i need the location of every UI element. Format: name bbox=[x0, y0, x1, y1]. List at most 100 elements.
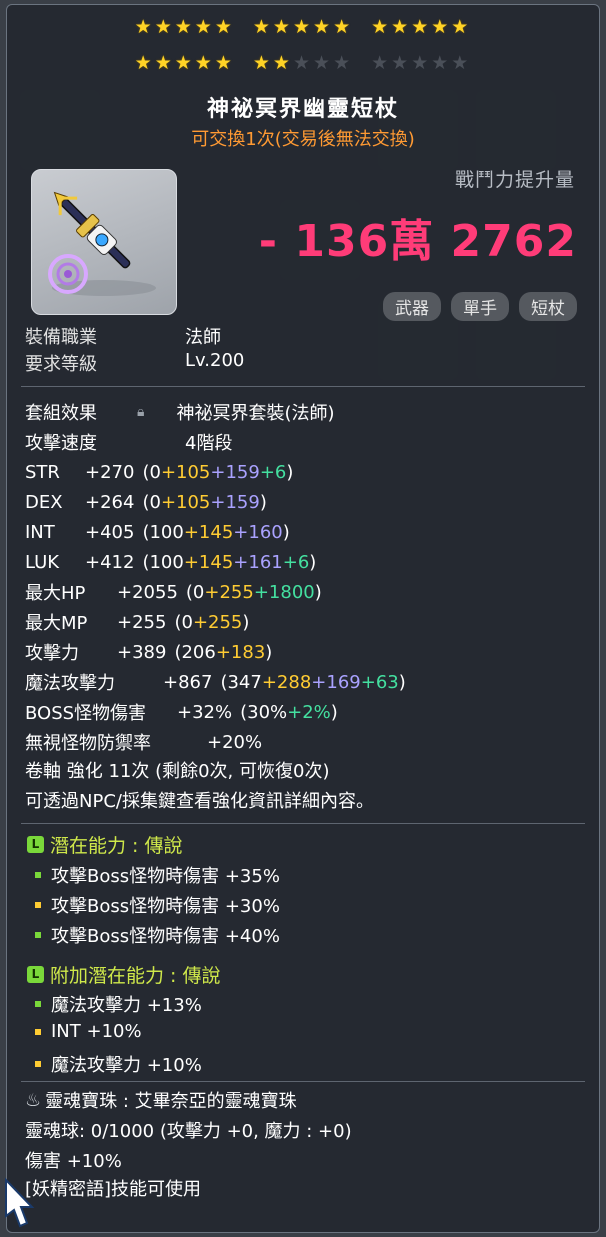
set-effect-label: 套組效果 bbox=[25, 403, 97, 424]
attack-speed-value: 4階段 bbox=[185, 433, 233, 454]
requirement-value: 法師 bbox=[185, 327, 221, 348]
star-group: ★★★★★ bbox=[253, 52, 353, 74]
item-name: 神祕冥界幽靈短杖 bbox=[206, 97, 399, 122]
stat-base: (30% bbox=[240, 701, 288, 723]
star-icon: ★ bbox=[214, 16, 235, 38]
stat-label: 最大MP bbox=[25, 613, 88, 634]
stat-flame-bonus: +160 bbox=[233, 521, 283, 543]
stat-base: (347 bbox=[220, 671, 262, 693]
soul-flame-icon: ♨︎ bbox=[25, 1089, 42, 1111]
star-icon: ★ bbox=[154, 16, 175, 38]
stat-star-bonus: +6 bbox=[259, 461, 287, 483]
potential-line-text: 攻擊Boss怪物時傷害 +30% bbox=[51, 896, 280, 917]
stat-scroll-bonus: +145 bbox=[183, 521, 234, 543]
bonus-potential-line: INT +10% bbox=[35, 1021, 142, 1042]
star-icon: ★ bbox=[272, 52, 293, 74]
stat-row: 無視怪物防禦率 +20% bbox=[25, 727, 406, 757]
star-group: ★★★★★ bbox=[253, 16, 353, 38]
star-group: ★★★★★ bbox=[135, 52, 235, 74]
stat-flame-bonus: +159 bbox=[210, 491, 260, 513]
stat-close: ) bbox=[314, 581, 322, 603]
star-icon: ★ bbox=[252, 52, 273, 74]
stat-row: LUK +412 (100 +145 +161 +6) bbox=[25, 547, 406, 577]
stat-scroll-bonus: +183 bbox=[215, 641, 266, 663]
stat-total: +389 bbox=[117, 641, 167, 663]
star-icon: ★ bbox=[214, 52, 235, 74]
star-icon: ★ bbox=[451, 52, 472, 74]
potential-line-text: 攻擊Boss怪物時傷害 +35% bbox=[51, 866, 280, 887]
item-tags: 武器 單手 短杖 bbox=[383, 292, 577, 321]
stat-close: ) bbox=[330, 701, 338, 723]
star-force-row-2: ★★★★★ ★★★★★ ★★★★★ bbox=[7, 52, 599, 74]
soul-skill: [妖精密語]技能可使用 bbox=[25, 1179, 202, 1200]
divider bbox=[21, 386, 585, 387]
legendary-badge-icon: L bbox=[27, 836, 44, 853]
bonus-potential-line-text: 魔法攻擊力 +10% bbox=[51, 1055, 202, 1076]
stat-total: +32% bbox=[177, 701, 233, 723]
stat-total: +270 bbox=[85, 461, 135, 483]
stat-base: (100 bbox=[142, 521, 184, 543]
stat-label: BOSS怪物傷害 bbox=[25, 703, 147, 724]
tag-short-wand: 短杖 bbox=[519, 292, 577, 321]
stat-row: 魔法攻擊力 +867 (347 +288 +169 +63) bbox=[25, 667, 406, 697]
star-icon: ★ bbox=[371, 52, 392, 74]
star-icon: ★ bbox=[154, 52, 175, 74]
star-force-row-1: ★★★★★ ★★★★★ ★★★★★ bbox=[7, 16, 599, 38]
star-icon: ★ bbox=[333, 16, 354, 38]
potential-line: 攻擊Boss怪物時傷害 +30% bbox=[35, 892, 280, 918]
stat-total: +264 bbox=[85, 491, 135, 513]
star-icon: ★ bbox=[194, 16, 215, 38]
stat-close: ) bbox=[286, 461, 294, 483]
stat-label: DEX bbox=[25, 491, 63, 513]
divider bbox=[21, 823, 585, 824]
stat-label: 魔法攻擊力 bbox=[25, 673, 115, 694]
star-icon: ★ bbox=[134, 16, 155, 38]
set-effect-row: 套組效果 🔒︎ 神祕冥界套裝(法師) bbox=[25, 397, 406, 427]
stat-star-bonus: +1800 bbox=[253, 581, 315, 603]
stat-close: ) bbox=[259, 491, 267, 513]
potential-line: 攻擊Boss怪物時傷害 +40% bbox=[35, 922, 280, 948]
requirements: 裝備職業 法師 要求等級 Lv.200 bbox=[25, 323, 244, 377]
bullet-icon bbox=[35, 1028, 41, 1035]
stat-star-bonus: +6 bbox=[282, 551, 310, 573]
requirement-value: Lv.200 bbox=[185, 350, 245, 371]
stat-scroll-bonus: +105 bbox=[160, 491, 211, 513]
stat-row: 最大HP +2055 (0 +255 +1800) bbox=[25, 577, 406, 607]
bullet-icon bbox=[35, 1001, 41, 1007]
bonus-potential-line-text: INT +10% bbox=[51, 1021, 142, 1042]
stat-base: (0 bbox=[185, 581, 205, 603]
stat-rows: STR +270 (0 +105 +159 +6) DEX +264 (0 +105 +1… bbox=[25, 457, 406, 757]
stat-close: ) bbox=[398, 671, 406, 693]
power-change-value: - 136萬 2762 bbox=[258, 216, 577, 267]
potential-header: L 潛在能力 : 傳說 bbox=[27, 831, 182, 858]
stat-label: 無視怪物防禦率 bbox=[25, 733, 151, 754]
potential-title: 潛在能力 : 傳說 bbox=[50, 835, 183, 857]
stat-total: +412 bbox=[85, 551, 135, 573]
stat-scroll-bonus: +255 bbox=[204, 581, 254, 603]
bullet-icon bbox=[35, 1061, 41, 1067]
star-icon: ★ bbox=[194, 52, 215, 74]
star-icon: ★ bbox=[252, 16, 273, 38]
star-icon: ★ bbox=[391, 52, 412, 74]
stat-row: STR +270 (0 +105 +159 +6) bbox=[25, 457, 406, 487]
bonus-potential-line-text: 魔法攻擊力 +13% bbox=[51, 995, 202, 1016]
star-icon: ★ bbox=[333, 52, 354, 74]
star-icon: ★ bbox=[411, 16, 432, 38]
stat-row: DEX +264 (0 +105 +159) bbox=[25, 487, 406, 517]
bullet-icon bbox=[35, 872, 41, 878]
soul-orb-count: 靈魂球: 0/1000 (攻擊力 +0, 魔力 : +0) bbox=[25, 1121, 352, 1142]
star-icon: ★ bbox=[451, 16, 472, 38]
attack-speed-label: 攻擊速度 bbox=[25, 433, 97, 454]
star-icon: ★ bbox=[431, 16, 452, 38]
star-icon: ★ bbox=[431, 52, 452, 74]
stat-scroll-bonus: +105 bbox=[160, 461, 211, 483]
stat-label: STR bbox=[25, 461, 60, 483]
star-group: ★★★★★ bbox=[371, 52, 471, 74]
stat-base: (100 bbox=[142, 551, 184, 573]
attack-speed-row: 攻擊速度 4階段 bbox=[25, 427, 406, 457]
star-icon: ★ bbox=[174, 52, 195, 74]
star-group: ★★★★★ bbox=[371, 16, 471, 38]
stat-label: LUK bbox=[25, 551, 60, 573]
stat-flame-bonus: +159 bbox=[210, 461, 260, 483]
item-icon-frame bbox=[31, 169, 177, 315]
